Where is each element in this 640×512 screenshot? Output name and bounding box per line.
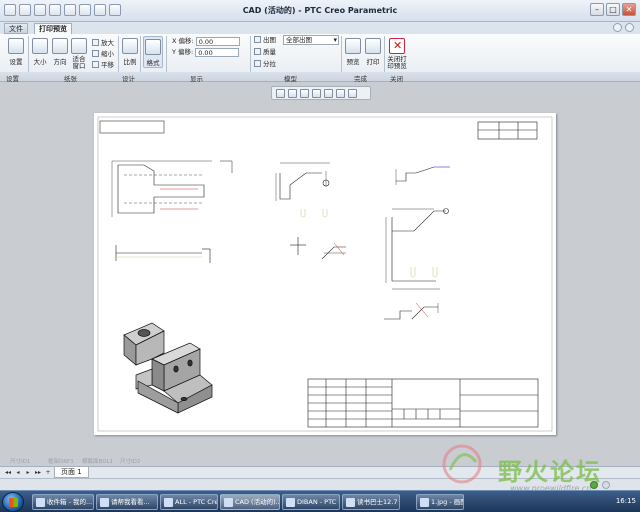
preview-button[interactable]: 预览 [343,38,363,66]
offset-y-input[interactable]: 0.00 [195,48,240,57]
direction-button[interactable]: 方向 [50,38,70,66]
front-view [111,160,233,217]
add-page-icon[interactable]: + [44,469,52,477]
ribbon-tab-row: 文件 打印预览 [0,22,640,34]
display-style-icon[interactable] [324,89,333,98]
tile-icon [254,60,261,67]
window-title: CAD (活动的) - PTC Creo Parametric [242,6,398,15]
taskbar-item-inbox[interactable]: 收件箱 - 我的... [32,494,94,510]
taskbar-item-creo-diban[interactable]: DIBAN - PTC ... [282,494,340,510]
drawing-content [97,116,553,432]
offset-x-field[interactable]: X 偏移: 0.00 [172,37,240,46]
dim-label-3: 横截面BDL1 [82,459,114,465]
pan-button[interactable]: 平移 [92,60,114,70]
taskbar-item-browser[interactable]: 请帮我看看... [96,494,158,510]
zoom-out-icon [92,50,99,57]
last-page-icon[interactable]: ▸▸ [34,469,42,477]
refit-icon[interactable] [276,89,285,98]
printer-icon [365,38,381,54]
dim-label-1: 尺寸ID1 [10,459,31,465]
prev-page-icon[interactable]: ◂ [14,469,22,477]
start-button[interactable] [2,492,24,512]
drawing-number-box [99,120,165,134]
maximize-icon[interactable]: □ [606,3,620,16]
taskbar-item-creo-all[interactable]: ALL - PTC Cre... [160,494,218,510]
minimize-ribbon-icon[interactable] [613,23,622,32]
drawing-sheet [94,113,556,435]
isometric-part [123,322,213,414]
watermark-text: 野火论坛 [498,458,602,486]
quality-icon [254,48,261,55]
scale-icon [122,38,138,54]
size-button[interactable]: 大小 [30,38,50,66]
preview-icon [345,38,361,54]
output-button[interactable]: 出图 [254,35,276,45]
side-view [275,162,330,218]
pan-icon [92,61,99,68]
right-detail-bottom [384,302,439,320]
view-toolbar [271,86,371,100]
annotation-display-icon[interactable] [348,89,357,98]
tile-button[interactable]: 分拉 [254,59,276,69]
dim-label-4: 尺寸ID2 [120,459,141,465]
repaint-icon[interactable] [312,89,321,98]
title-bar: CAD (活动的) - PTC Creo Parametric – □ ✕ [0,0,640,22]
close-preview-icon [389,38,405,54]
settings-button[interactable]: 设置 [6,38,26,66]
print-button[interactable]: 打印 [363,38,383,66]
format-button[interactable]: 格式 [143,36,163,68]
quality-button[interactable]: 质量 [254,47,276,57]
taskbar-item-paint[interactable]: 1.jpg - 画图 [416,494,464,510]
size-icon [32,38,48,54]
detail-views [290,237,346,260]
section-view [115,245,211,263]
fit-window-button[interactable]: 适合窗口 [70,38,88,70]
taskbar-item-reader[interactable]: 读书巴士12.7 [342,494,400,510]
right-view [385,208,449,290]
close-icon[interactable]: ✕ [622,3,636,16]
top-right-table [477,121,538,140]
output-icon [254,36,261,43]
title-block [307,378,539,428]
help-icon[interactable] [625,23,634,32]
tab-row-icons [613,23,634,32]
offset-y-field[interactable]: Y 偏移: 0.00 [172,48,240,57]
tab-page-1[interactable]: 页面 1 [54,467,89,478]
next-page-icon[interactable]: ▸ [24,469,32,477]
page-navigation: ◂◂ ◂ ▸ ▸▸ + [4,469,52,477]
direction-icon [52,38,68,54]
zoom-in-button[interactable]: 放大 [92,38,114,48]
scale-button[interactable]: 比例 [120,38,140,66]
zoom-out-button[interactable]: 缩小 [92,49,114,59]
zoom-in-view-icon[interactable] [288,89,297,98]
output-select[interactable]: 全部出图 [283,35,339,45]
taskbar-item-creo-cad[interactable]: CAD (活动的)... [220,494,280,510]
close-preview-button[interactable]: 关闭打印预览 [386,38,408,70]
format-icon [145,39,161,55]
clock[interactable]: 16:15 [616,497,636,505]
first-page-icon[interactable]: ◂◂ [4,469,12,477]
datum-display-icon[interactable] [336,89,345,98]
zoom-in-icon [92,39,99,46]
right-detail-top [395,166,450,185]
taskbar: 收件箱 - 我的... 请帮我看看... ALL - PTC Cre... CA… [0,490,640,512]
dim-label-2: 框架DRF1 [48,459,74,465]
settings-icon [8,38,24,54]
fit-window-icon [71,38,87,54]
zoom-out-view-icon[interactable] [300,89,309,98]
offset-x-input[interactable]: 0.00 [195,37,240,46]
window-controls: – □ ✕ [590,3,636,16]
minimize-icon[interactable]: – [590,3,604,16]
tab-print-preview[interactable]: 打印预览 [34,23,72,34]
ribbon-group-labels: 设置 纸张 设计 显示 模型 完成 关闭 [0,72,640,83]
tab-file[interactable]: 文件 [4,23,28,34]
